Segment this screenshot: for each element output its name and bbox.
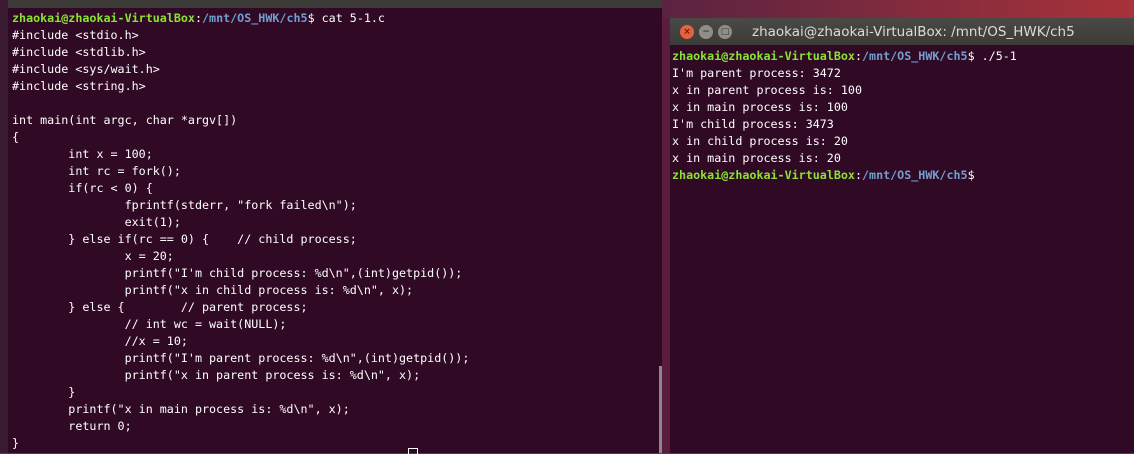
terminal-line: //x = 10;	[12, 334, 188, 348]
right-terminal-window[interactable]: × − □ zhaokai@zhaokai-VirtualBox: /mnt/O…	[670, 18, 1134, 453]
terminal-line: if(rc < 0) {	[12, 181, 153, 195]
left-terminal-content[interactable]: zhaokai@zhaokai-VirtualBox:/mnt/OS_HWK/c…	[12, 10, 469, 452]
prompt-user: zhaokai@zhaokai-VirtualBox	[12, 11, 195, 25]
prompt-path: /mnt/OS_HWK/ch5	[862, 168, 968, 182]
terminal-line: printf("x in child process is: %d\n", x)…	[12, 283, 414, 297]
command: $ cat 5-1.c	[307, 11, 385, 25]
terminal-line: printf("I'm child process: %d\n",(int)ge…	[12, 266, 463, 280]
command: $ ./5-1	[967, 49, 1017, 63]
minimize-button[interactable]: −	[699, 24, 713, 39]
terminal-line: exit(1);	[12, 215, 181, 229]
terminal-line: I'm child process: 3473	[672, 117, 834, 131]
maximize-button[interactable]: □	[718, 24, 732, 39]
terminal-line: printf("x in main process is: %d\n", x);	[12, 402, 350, 416]
desktop-gap	[662, 18, 670, 453]
launcher-edge	[0, 0, 8, 453]
terminal-line: #include <sys/wait.h>	[12, 62, 160, 76]
terminal-line: I'm parent process: 3472	[672, 66, 841, 80]
left-terminal-titlebar[interactable]	[0, 0, 662, 8]
prompt-path: /mnt/OS_HWK/ch5	[862, 49, 968, 63]
terminal-line: x in main process is: 20	[672, 151, 841, 165]
terminal-line: x in child process is: 20	[672, 134, 848, 148]
terminal-line: x in parent process is: 100	[672, 83, 862, 97]
terminal-line: #include <stdio.h>	[12, 28, 139, 42]
source-lines: #include <stdio.h> #include <stdlib.h> #in…	[12, 27, 469, 452]
terminal-line: printf("x in parent process is: %d\n", x…	[12, 368, 421, 382]
prompt-user: zhaokai@zhaokai-VirtualBox	[672, 49, 855, 63]
close-button[interactable]: ×	[680, 24, 694, 39]
terminal-line: {	[12, 130, 20, 144]
terminal-line: x in main process is: 100	[672, 100, 848, 114]
terminal-line: } else if(rc == 0) { // child process;	[12, 232, 357, 246]
left-terminal-window[interactable]: zhaokai@zhaokai-VirtualBox:/mnt/OS_HWK/c…	[0, 0, 662, 453]
terminal-line: int main(int argc, char *argv[])	[12, 113, 238, 127]
terminal-line: }	[12, 385, 76, 399]
prompt-path: /mnt/OS_HWK/ch5	[202, 11, 308, 25]
scrollbar[interactable]	[659, 366, 662, 453]
terminal-line: printf("I'm parent process: %d\n",(int)g…	[12, 351, 470, 365]
terminal-line: int rc = fork();	[12, 164, 181, 178]
terminal-line: // int wc = wait(NULL);	[12, 317, 287, 331]
window-title: zhaokai@zhaokai-VirtualBox: /mnt/OS_HWK/…	[752, 23, 1075, 40]
right-terminal-content[interactable]: zhaokai@zhaokai-VirtualBox:/mnt/OS_HWK/c…	[672, 48, 1017, 184]
terminal-line: int x = 100;	[12, 147, 153, 161]
desktop-background	[662, 0, 1134, 18]
terminal-line: } else { // parent process;	[12, 300, 308, 314]
terminal-line: x = 20;	[12, 249, 174, 263]
terminal-line: #include <string.h>	[12, 79, 146, 93]
prompt-suffix: $	[967, 168, 975, 182]
program-output: I'm parent process: 3472 x in parent proc…	[672, 65, 1017, 167]
terminal-line: }	[12, 436, 20, 450]
prompt-user: zhaokai@zhaokai-VirtualBox	[672, 168, 855, 182]
terminal-line: #include <stdlib.h>	[12, 45, 146, 59]
right-terminal-titlebar[interactable]: × − □ zhaokai@zhaokai-VirtualBox: /mnt/O…	[670, 18, 1134, 45]
terminal-line: return 0;	[12, 419, 132, 433]
mouse-cursor	[408, 448, 418, 454]
terminal-line: fprintf(stderr, "fork failed\n");	[12, 198, 357, 212]
